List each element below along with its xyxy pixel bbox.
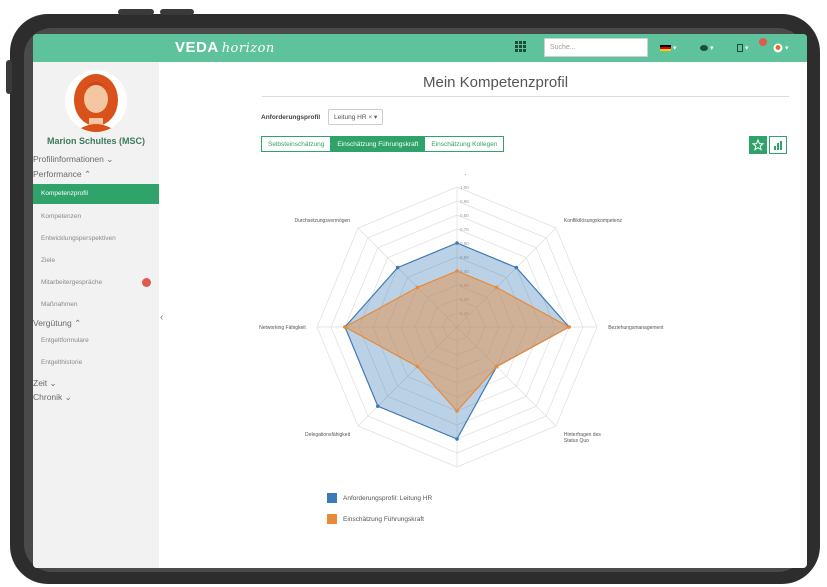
series-point <box>455 437 459 441</box>
chevron-down-icon: ⌄ <box>49 378 57 388</box>
chevron-down-icon: ⌄ <box>64 392 72 402</box>
tick-label: 0.90 <box>460 199 469 204</box>
alert-badge <box>142 278 151 287</box>
apps-grid-icon[interactable] <box>515 41 526 52</box>
series-point <box>395 265 400 270</box>
series-point <box>494 364 499 369</box>
legend-item-anforderungsprofil[interactable]: Anforderungsprofil: Leitung HR <box>327 493 432 503</box>
top-bar: VEDA horizon Suche... ▾ ▾ ▾ ▾ <box>33 34 807 62</box>
avatar[interactable] <box>65 70 127 132</box>
chevron-down-icon: ▾ <box>673 45 677 52</box>
user-name: Marion Schultes (MSC) <box>46 136 145 146</box>
anforderungsprofil-label: Anforderungsprofil <box>261 114 321 121</box>
axis-label: Beziehungsmanagement <box>608 325 664 331</box>
language-menu[interactable]: ▾ <box>660 42 677 54</box>
bar-view-button[interactable] <box>769 136 787 154</box>
sidebar-item-kompetenzprofil[interactable]: Kompetenzprofil <box>33 184 159 204</box>
series-point <box>455 409 459 413</box>
radar-view-button[interactable] <box>749 136 767 154</box>
sidebar-item-mitarbeitergespraeche[interactable]: Mitarbeitergespräche <box>33 273 159 293</box>
tablet-side-button <box>6 60 12 94</box>
axis-label: Delegationsfähigkeit <box>305 432 351 438</box>
axis-label: Konfliktlösungskompetenz <box>564 218 623 224</box>
tick-label: 1.00 <box>460 185 469 190</box>
sidebar-item-entwicklungsperspektiven[interactable]: Entwicklungsperspektiven <box>33 229 159 249</box>
title-divider <box>262 96 789 97</box>
star-outline-icon <box>751 138 765 151</box>
logo-brand: VEDA <box>175 39 219 56</box>
page-title: Mein Kompetenzprofil <box>423 74 569 91</box>
legend-swatch-blue <box>327 493 337 503</box>
axis-label: Feedbackkompetenz <box>434 174 481 176</box>
chat-menu[interactable]: ▾ <box>700 42 714 54</box>
tick-label: 0.70 <box>460 227 469 232</box>
nav-performance[interactable]: Performance ⌃ <box>33 169 159 180</box>
nav-profilinformationen[interactable]: Profilinformationen ⌄ <box>33 154 159 165</box>
document-icon <box>737 44 743 52</box>
sidebar-item-ziele[interactable]: Ziele <box>33 251 159 271</box>
clear-icon[interactable]: × <box>368 114 372 121</box>
series-point <box>376 404 380 408</box>
tablet-button-top-left <box>118 9 154 15</box>
app-screen: VEDA horizon Suche... ▾ ▾ ▾ ▾ Marion Sch… <box>33 34 807 568</box>
series-point <box>415 285 420 290</box>
notifications-menu[interactable]: ▾ <box>737 42 749 54</box>
notification-badge <box>759 38 767 46</box>
axis-label: Status Quo <box>564 438 589 444</box>
series-point <box>455 269 459 273</box>
user-menu[interactable]: ▾ <box>773 42 789 54</box>
series-point <box>415 364 420 369</box>
nav-chronik[interactable]: Chronik ⌄ <box>33 392 159 403</box>
chevron-up-icon: ⌃ <box>84 169 92 179</box>
legend-item-fuehrungskraft[interactable]: Einschätzung Führungskraft <box>327 514 424 524</box>
nav-verguetung[interactable]: Vergütung ⌃ <box>33 318 159 329</box>
chevron-down-icon: ▾ <box>745 45 749 52</box>
sidebar-item-entgeltformulare[interactable]: Entgeltformulare <box>33 331 159 351</box>
tab-einschaetzung-kollegen[interactable]: Einschätzung Kollegen <box>425 136 505 152</box>
chevron-down-icon: ▾ <box>373 114 378 121</box>
anforderungsprofil-select[interactable]: Leitung HR × ▾ <box>328 109 384 125</box>
assessment-tabs: Selbsteinschätzung Einschätzung Führungs… <box>261 136 505 152</box>
series-point <box>455 241 459 245</box>
tick-label: 0.80 <box>460 213 469 218</box>
sidebar-item-massnahmen[interactable]: Maßnahmen <box>33 295 159 315</box>
sidebar-item-entgelthistorie[interactable]: Entgelthistorie <box>33 353 159 373</box>
user-avatar-icon <box>773 43 783 53</box>
series-point <box>567 325 571 329</box>
sidebar-item-kompetenzen[interactable]: Kompetenzen <box>33 207 159 227</box>
chevron-down-icon: ▾ <box>785 45 789 52</box>
tablet-button-top-right <box>160 9 194 15</box>
legend-swatch-orange <box>327 514 337 524</box>
app-logo[interactable]: VEDA horizon <box>175 39 275 56</box>
chevron-down-icon: ⌄ <box>106 154 114 164</box>
series-point <box>494 285 499 290</box>
axis-label: Networking Fähigkeit <box>259 325 306 331</box>
chevron-up-icon: ⌃ <box>74 318 82 328</box>
collapse-sidebar-icon[interactable]: ‹ <box>160 312 163 323</box>
chevron-down-icon: ▾ <box>710 45 714 52</box>
german-flag-icon <box>660 44 671 52</box>
logo-suffix: horizon <box>221 41 275 56</box>
axis-label: Durchsetzungsvermögen <box>294 218 350 224</box>
tab-selbsteinschaetzung[interactable]: Selbsteinschätzung <box>261 136 332 152</box>
chat-bubble-icon <box>700 45 708 51</box>
tab-einschaetzung-fuehrungskraft[interactable]: Einschätzung Führungskraft <box>331 136 426 152</box>
series-point <box>343 325 347 329</box>
series-point <box>514 265 519 270</box>
bar-chart-icon <box>774 141 782 150</box>
nav-zeit[interactable]: Zeit ⌄ <box>33 378 159 389</box>
search-input[interactable]: Suche... <box>544 38 648 57</box>
radar-chart: 1.000.900.800.700.600.500.400.300.200.10… <box>259 174 664 468</box>
sidebar: Marion Schultes (MSC) Profilinformatione… <box>33 62 159 568</box>
